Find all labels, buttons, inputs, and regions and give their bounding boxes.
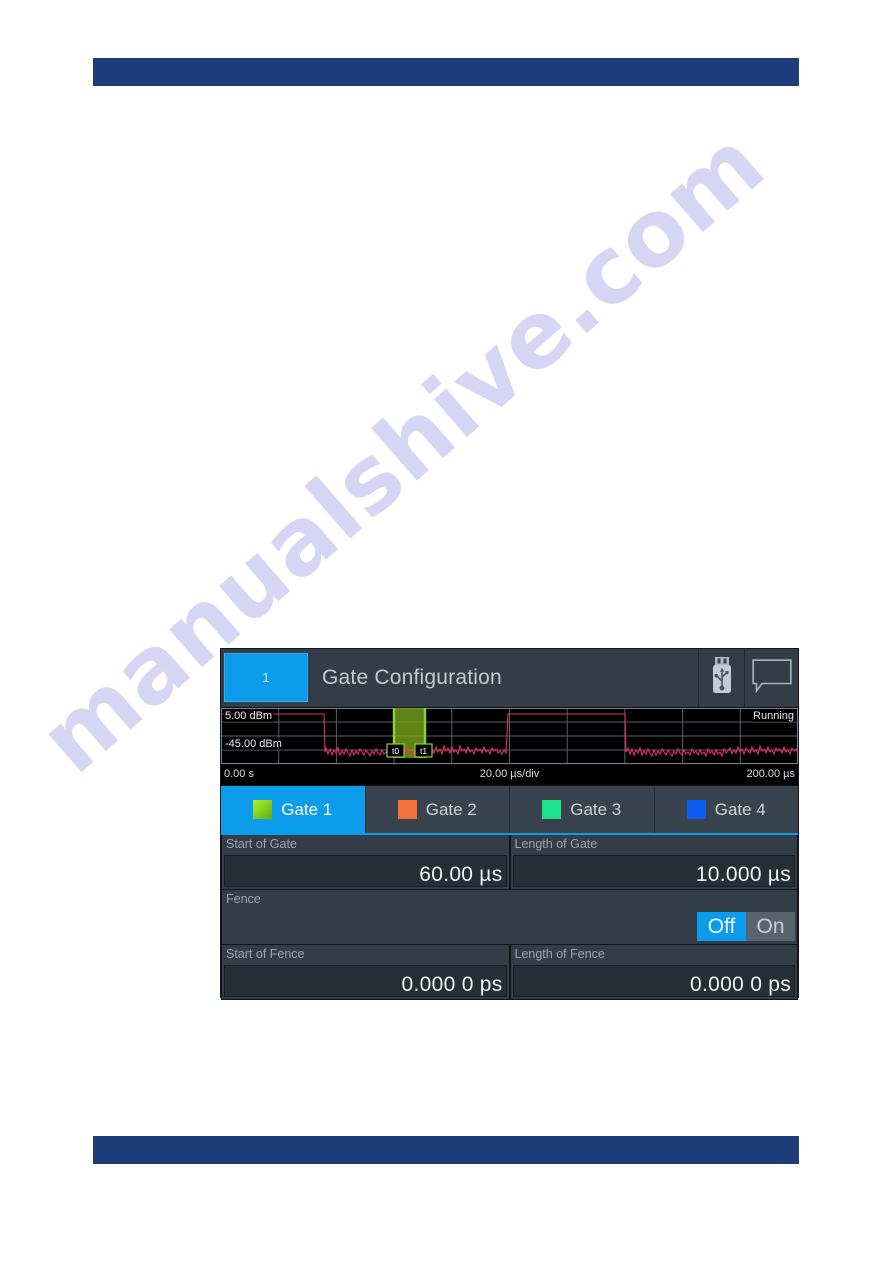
tab-gate-4[interactable]: Gate 4 — [654, 786, 798, 833]
tab-gate-3-label: Gate 3 — [570, 799, 622, 819]
page-footer-bar — [93, 1136, 799, 1164]
page-header-bar — [93, 58, 799, 86]
start-of-gate-unit: µs — [479, 863, 503, 886]
start-of-fence-unit: ps — [479, 973, 503, 996]
acquisition-status-label: Running — [751, 710, 796, 722]
time-axis-start: 0.00 s — [224, 768, 254, 780]
instrument-header: 1 Gate Configuration — [221, 649, 798, 708]
length-of-gate-unit: µs — [767, 863, 791, 886]
time-axis-end: 200.00 µs — [746, 768, 795, 780]
fence-off-button[interactable]: Off — [697, 912, 746, 941]
channel-badge[interactable]: 1 — [224, 653, 308, 702]
length-of-gate-field[interactable]: Length of Gate 10.000 µs — [509, 835, 798, 890]
length-of-gate-number: 10.000 — [695, 863, 762, 886]
fence-timing-row: Start of Fence 0.000 0 ps Length of Fence… — [221, 945, 798, 1000]
start-of-gate-value: 60.00 µs — [419, 863, 502, 887]
channel-badge-label: 1 — [262, 670, 270, 685]
tab-gate-2[interactable]: Gate 2 — [365, 786, 510, 833]
tab-gate-3[interactable]: Gate 3 — [510, 786, 655, 833]
usb-stick-icon — [711, 656, 733, 700]
graph-bottom-level-label: -45.00 dBm — [223, 738, 284, 750]
usb-status-button[interactable] — [698, 649, 744, 707]
fence-row: Fence Off On — [221, 890, 798, 945]
graph-top-level-label: 5.00 dBm — [223, 710, 275, 722]
gate-tab-bar: Gate 1 Gate 2 Gate 3 Gate 4 — [221, 786, 798, 835]
fence-label: Fence — [226, 892, 261, 906]
trace-graph-svg: t0 t1 — [221, 708, 798, 764]
comment-bubble-icon — [751, 658, 792, 698]
gate-4-color-swatch — [686, 800, 706, 819]
length-of-gate-label: Length of Gate — [514, 837, 598, 851]
comment-button[interactable] — [744, 649, 798, 707]
panel-title: Gate Configuration — [308, 649, 698, 707]
fence-on-button[interactable]: On — [746, 912, 795, 941]
length-of-fence-field[interactable]: Length of Fence 0.000 0 ps — [509, 945, 798, 1000]
gate-timing-row: Start of Gate 60.00 µs Length of Gate 10.… — [221, 835, 798, 890]
start-of-fence-number: 0.000 0 — [401, 973, 474, 996]
panel-title-text: Gate Configuration — [322, 666, 502, 689]
time-axis: 0.00 s 20.00 µs/div 200.00 µs — [221, 765, 798, 786]
tab-gate-4-label: Gate 4 — [714, 799, 766, 819]
tab-gate-1[interactable]: Gate 1 — [221, 786, 366, 833]
fence-toggle: Off On — [697, 912, 795, 941]
start-of-fence-value: 0.000 0 ps — [402, 973, 503, 997]
length-of-fence-unit: ps — [768, 973, 791, 996]
start-of-gate-field[interactable]: Start of Gate 60.00 µs — [221, 835, 510, 890]
start-of-gate-number: 60.00 — [419, 863, 474, 886]
length-of-gate-value: 10.000 µs — [696, 863, 791, 887]
length-of-fence-number: 0.000 0 — [690, 973, 763, 996]
length-of-fence-value: 0.000 0 ps — [690, 973, 791, 997]
time-axis-per-div: 20.00 µs/div — [479, 768, 540, 780]
trace-graph[interactable]: t0 t1 5.00 dBm -45.00 dBm Running — [221, 708, 798, 765]
svg-text:t0: t0 — [392, 746, 399, 756]
gate-2-color-swatch — [397, 800, 417, 819]
length-of-fence-label: Length of Fence — [514, 947, 605, 961]
start-of-gate-label: Start of Gate — [226, 837, 297, 851]
gate-3-color-swatch — [542, 800, 562, 819]
tab-gate-1-label: Gate 1 — [281, 799, 333, 819]
svg-text:t1: t1 — [420, 746, 427, 756]
gate-1-color-swatch — [253, 800, 273, 819]
start-of-fence-field[interactable]: Start of Fence 0.000 0 ps — [221, 945, 510, 1000]
tab-gate-2-label: Gate 2 — [425, 799, 477, 819]
instrument-panel: 1 Gate Configuration t0 t1 5.00 dBm -45.… — [220, 648, 799, 1000]
start-of-fence-label: Start of Fence — [226, 947, 305, 961]
